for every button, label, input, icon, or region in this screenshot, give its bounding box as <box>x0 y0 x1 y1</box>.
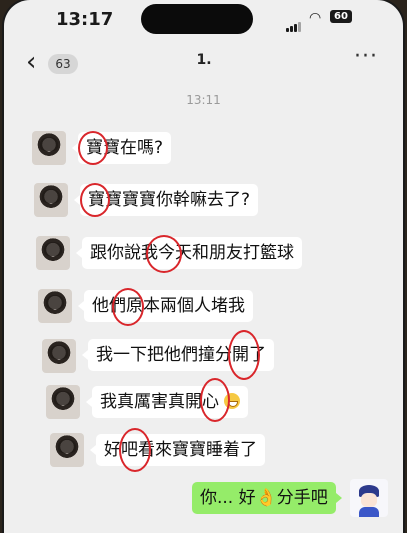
unread-count-badge[interactable]: 63 <box>48 54 78 74</box>
battery-indicator: 60 <box>330 10 352 23</box>
message-text: 我真厲害真開心 <box>100 392 219 412</box>
my-avatar[interactable] <box>350 479 388 517</box>
contact-avatar[interactable] <box>46 385 80 419</box>
phone-screen: 13:17 ◠ 60 ‹ 63 1. ··· 13:11 寶寶在嗎? 寶寶寶寶你… <box>4 0 403 533</box>
dynamic-island <box>141 4 253 34</box>
message-bubble[interactable]: 他們原本兩個人堵我 <box>78 290 253 322</box>
my-message-bubble[interactable]: 你... 好👌分手吧 <box>192 482 342 514</box>
message-text: 你... 好 <box>200 488 256 508</box>
message-bubble[interactable]: 好吧看來寶寶睡着了 <box>90 434 265 466</box>
contact-avatar[interactable] <box>36 236 70 270</box>
contact-avatar[interactable] <box>50 433 84 467</box>
ok-hand-emoji-icon: 👌 <box>255 488 277 508</box>
status-bar: 13:17 ◠ 60 <box>4 0 403 40</box>
back-icon[interactable]: ‹ <box>26 49 36 75</box>
message-bubble[interactable]: 寶寶寶寶你幹嘛去了? <box>73 184 259 216</box>
more-options-icon[interactable]: ··· <box>354 44 378 69</box>
message-bubble[interactable]: 我一下把他們撞分開了 <box>82 339 274 371</box>
chat-header: ‹ 63 1. ··· <box>4 40 403 84</box>
message-bubble[interactable]: 寶寶在嗎? <box>71 132 172 164</box>
chat-title: 1. <box>196 52 212 68</box>
avatar-body <box>359 507 379 517</box>
wifi-icon: ◠ <box>309 10 322 26</box>
avatar-face <box>361 493 377 507</box>
message-bubble[interactable]: 跟你說我今天和朋友打籃球 <box>76 237 302 269</box>
message-text-after: 分手吧 <box>276 488 328 508</box>
contact-avatar[interactable] <box>42 339 76 373</box>
status-time: 13:17 <box>56 9 114 30</box>
contact-avatar[interactable] <box>38 289 72 323</box>
message-bubble[interactable]: 我真厲害真開心 <box>85 386 249 418</box>
grinning-emoji-icon <box>224 392 241 409</box>
message-timestamp: 13:11 <box>186 93 221 107</box>
signal-icon <box>286 13 302 32</box>
contact-avatar[interactable] <box>34 183 68 217</box>
contact-avatar[interactable] <box>32 131 66 165</box>
